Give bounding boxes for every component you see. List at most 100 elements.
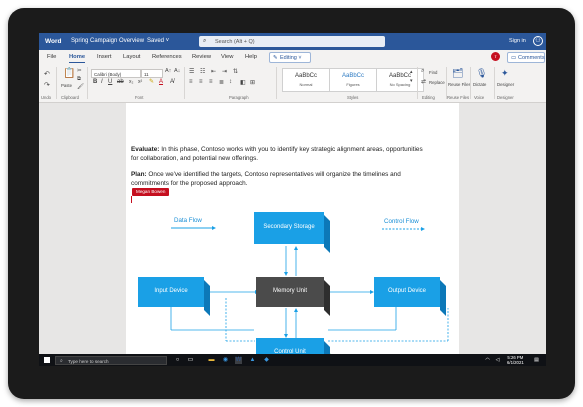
decrease-indent-icon[interactable]: ⇤ (211, 68, 216, 75)
underline-icon[interactable]: U (108, 79, 112, 85)
paragraph-plan[interactable]: Plan: Once we've identified the targets,… (131, 170, 451, 188)
designer-icon[interactable]: ✦ (501, 68, 509, 79)
dictate-label[interactable]: Dictate (473, 82, 486, 87)
style-preview: AaBbCc (294, 73, 317, 79)
clear-formatting-icon[interactable]: A̸ (170, 79, 174, 85)
editing-mode-label: Editing ˅ (280, 54, 302, 61)
align-center-icon[interactable]: ≡ (199, 79, 203, 85)
borders-icon[interactable]: ⊞ (250, 79, 255, 86)
format-painter-icon[interactable]: 🖌 (77, 84, 84, 90)
font-color-icon[interactable]: A (159, 79, 163, 85)
input-device-box[interactable]: Input Device (138, 277, 204, 307)
voice-group-label: Voice (474, 95, 485, 100)
output-device-box[interactable]: Output Device (374, 277, 440, 307)
paste-label: Paste (61, 83, 72, 88)
numbering-icon[interactable]: ☷ (200, 68, 205, 75)
tab-view[interactable]: View (221, 54, 233, 60)
align-right-icon[interactable]: ≡ (209, 79, 213, 85)
italic-icon[interactable]: I (101, 79, 103, 85)
replace-icon[interactable]: ⇄ (421, 78, 426, 85)
increase-indent-icon[interactable]: ⇥ (222, 68, 227, 75)
paste-icon[interactable]: 📋 (63, 68, 75, 79)
find-label[interactable]: Find (429, 70, 437, 75)
sort-icon[interactable]: ⇅ (233, 68, 238, 75)
word-taskbar-icon[interactable]: W (235, 356, 242, 364)
document-title[interactable]: Spring Campaign Overview (71, 38, 144, 44)
strikethrough-icon[interactable]: ab (117, 79, 124, 85)
reuse-files-label[interactable]: Reuse Files (448, 82, 471, 87)
flow-diagram[interactable]: Data Flow Control Flow Secondary Storage… (126, 198, 459, 366)
font-name-select[interactable]: Calibri (Body) (91, 69, 141, 78)
search-box[interactable]: ⌕ Search (Alt + Q) (199, 36, 385, 47)
windows-start-icon[interactable] (44, 357, 50, 363)
reuse-files-group-label: Reuse Files (447, 95, 470, 100)
microphone-icon[interactable]: 🎙 (476, 68, 487, 79)
styles-scroll-down-icon[interactable]: ▾ (410, 78, 413, 84)
divider (276, 67, 277, 99)
evaluate-heading: Evaluate: (131, 146, 160, 153)
style-normal[interactable]: AaBbCc Normal (282, 68, 330, 92)
shading-icon[interactable]: ◧ (240, 79, 246, 86)
edge-icon[interactable]: ◉ (222, 357, 229, 364)
redo-icon[interactable]: ↷ (44, 81, 50, 89)
tab-review[interactable]: Review (192, 54, 211, 60)
volume-icon[interactable]: ◁ (494, 357, 501, 364)
line-spacing-icon[interactable]: ↕ (229, 79, 232, 85)
plan-text-line1: Once we've identified the targets, Conto… (146, 171, 401, 178)
saved-status[interactable]: Saved ˅ (147, 38, 169, 44)
highlight-icon[interactable]: ✎ (149, 78, 154, 85)
tab-layout[interactable]: Layout (123, 54, 140, 60)
collaborator-cursor-flag: Megan Bowen (132, 188, 170, 196)
cut-icon[interactable]: ✂ (77, 68, 82, 74)
notifications-icon[interactable]: ▤ (533, 357, 540, 364)
superscript-icon[interactable]: x² (138, 79, 142, 85)
tab-home[interactable]: Home (69, 54, 86, 63)
sign-in-link[interactable]: Sign in (509, 38, 526, 44)
document-page[interactable]: Evaluate: In this phase, Contoso works w… (126, 103, 459, 366)
memory-unit-box[interactable]: Memory Unit (256, 277, 324, 307)
editing-mode-button[interactable]: ✎ Editing ˅ (269, 52, 311, 63)
secondary-storage-box[interactable]: Secondary Storage (254, 212, 324, 244)
share-icon[interactable]: ⇪ (491, 52, 500, 61)
cortana-icon[interactable]: ○ (174, 357, 181, 364)
align-left-icon[interactable]: ≡ (189, 79, 193, 85)
pencil-icon: ✎ (273, 54, 278, 61)
style-figures[interactable]: AaBbCc Figures (329, 68, 377, 92)
styles-scroll-up-icon[interactable]: ▴ (410, 69, 413, 75)
copy-icon[interactable]: ⧉ (77, 76, 81, 83)
style-preview: AaBbCc (341, 73, 364, 79)
undo-group-label: Undo (41, 95, 52, 100)
designer-label[interactable]: Designer (497, 82, 514, 87)
undo-icon[interactable]: ↶ (44, 70, 50, 78)
tab-help[interactable]: Help (245, 54, 257, 60)
replace-label[interactable]: Replace (429, 80, 445, 85)
font-size-select[interactable]: 11 (141, 69, 163, 78)
subscript-icon[interactable]: x₂ (129, 79, 133, 85)
clock[interactable]: 5:26 PM 6/1/2021 (507, 355, 524, 365)
taskbar-search-box[interactable]: ⌕ Type here to search (55, 355, 167, 365)
comments-button[interactable]: ▭ Comments (507, 52, 545, 63)
grow-font-icon[interactable]: A↑ (165, 68, 171, 74)
justify-icon[interactable]: ≣ (219, 79, 224, 86)
network-icon[interactable]: ◠ (484, 357, 491, 364)
comments-label: Comments (518, 54, 545, 61)
ribbon-tabs: File Home Insert Layout References Revie… (39, 50, 546, 64)
account-avatar-icon[interactable]: ⚇ (533, 36, 543, 46)
divider (184, 67, 185, 99)
bold-icon[interactable]: B (93, 79, 97, 85)
tab-references[interactable]: References (152, 54, 182, 60)
reuse-files-icon[interactable]: 🗂 (452, 68, 463, 79)
store-icon[interactable]: ◆ (263, 357, 270, 364)
photos-icon[interactable]: ▲ (249, 357, 256, 364)
divider (494, 67, 495, 99)
paragraph-evaluate[interactable]: Evaluate: In this phase, Contoso works w… (131, 145, 451, 163)
find-icon[interactable]: ⌕ (421, 68, 424, 75)
ribbon: ↶ ↷ Undo 📋 Paste ✂ ⧉ 🖌 Clipboard Calibri… (39, 64, 546, 103)
title-bar: Word Spring Campaign Overview Saved ˅ ⌕ … (39, 33, 546, 50)
tab-file[interactable]: File (47, 54, 56, 60)
task-view-icon[interactable]: ▭ (187, 357, 194, 364)
tab-insert[interactable]: Insert (97, 54, 112, 60)
file-explorer-icon[interactable]: ▬ (208, 357, 215, 364)
bullets-icon[interactable]: ☰ (189, 68, 194, 75)
shrink-font-icon[interactable]: A↓ (174, 68, 180, 74)
